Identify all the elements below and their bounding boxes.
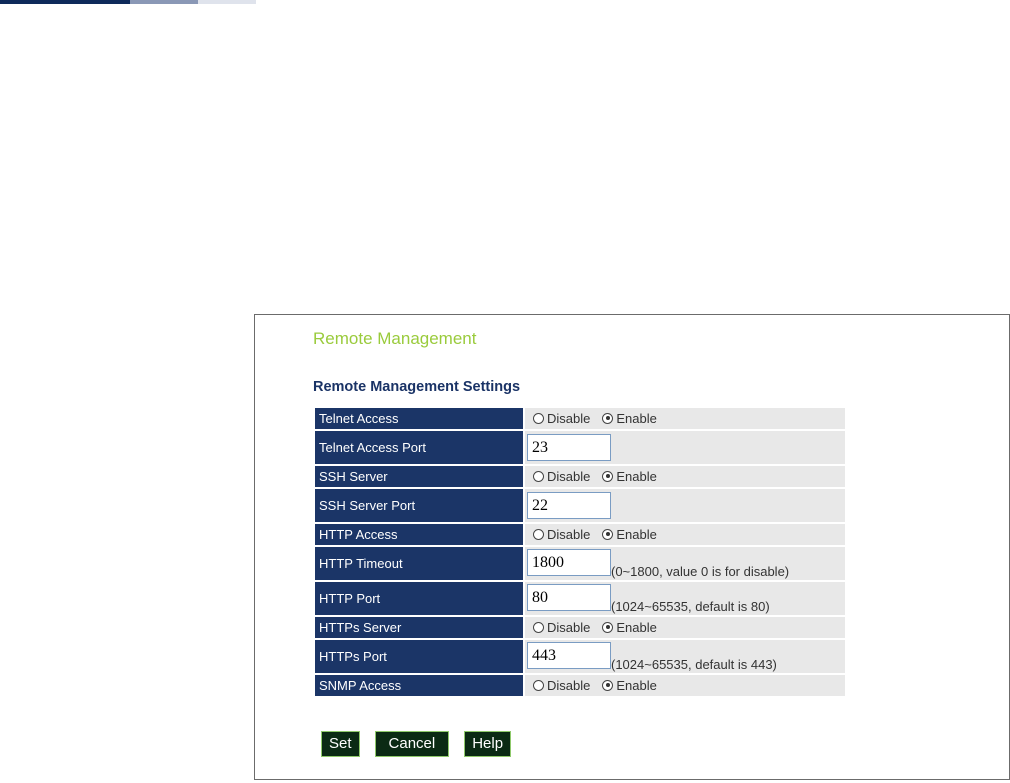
radio-off-icon	[533, 412, 544, 424]
setting-row-https-server: HTTPs Server Disable Enable	[315, 617, 845, 638]
setting-row-snmp-access: SNMP Access Disable Enable	[315, 675, 845, 696]
telnet-access-enable-radio[interactable]: Enable	[602, 410, 657, 426]
radio-label: Enable	[616, 526, 657, 542]
setting-label: SSH Server	[315, 466, 523, 487]
setting-value: 443(1024~65535, default is 443)	[525, 640, 845, 673]
top-bar-segment-light	[198, 0, 256, 4]
radio-on-icon	[602, 470, 614, 482]
setting-value: Disable Enable	[525, 466, 845, 487]
http-port-input[interactable]: 80	[527, 583, 611, 611]
setting-row-http-access: HTTP Access Disable Enable	[315, 524, 845, 545]
setting-row-https-port: HTTPs Port 443(1024~65535, default is 44…	[315, 640, 845, 673]
setting-value: 1800(0~1800, value 0 is for disable)	[525, 547, 845, 580]
setting-label: HTTPs Server	[315, 617, 523, 638]
https-port-input[interactable]: 443	[527, 641, 611, 669]
setting-value: 22	[525, 489, 845, 522]
setting-row-telnet-access-port: Telnet Access Port 23	[315, 431, 845, 464]
http-timeout-input[interactable]: 1800	[527, 548, 611, 576]
setting-label: SSH Server Port	[315, 489, 523, 522]
section-title: Remote Management Settings	[313, 379, 521, 395]
setting-row-ssh-server: SSH Server Disable Enable	[315, 466, 845, 487]
top-bar-segment-dark	[0, 0, 130, 4]
http-port-hint: (1024~65535, default is 80)	[611, 598, 770, 614]
http-access-disable-radio[interactable]: Disable	[533, 527, 590, 542]
setting-value: Disable Enable	[525, 675, 845, 696]
radio-off-icon	[533, 470, 544, 482]
radio-on-icon	[602, 679, 614, 691]
radio-label: Disable	[547, 619, 591, 635]
snmp-access-enable-radio[interactable]: Enable	[602, 677, 657, 693]
setting-label: HTTP Access	[315, 524, 523, 545]
setting-value: Disable Enable	[525, 524, 845, 545]
radio-label: Disable	[547, 677, 591, 693]
setting-row-http-port: HTTP Port 80(1024~65535, default is 80)	[315, 582, 845, 615]
radio-label: Disable	[547, 468, 591, 484]
https-server-disable-radio[interactable]: Disable	[533, 620, 590, 635]
setting-value: Disable Enable	[525, 408, 845, 429]
https-server-enable-radio[interactable]: Enable	[602, 619, 657, 635]
radio-on-icon	[602, 412, 614, 424]
snmp-access-disable-radio[interactable]: Disable	[533, 678, 590, 693]
setting-label: HTTPs Port	[315, 640, 523, 673]
setting-value: 23	[525, 431, 845, 464]
radio-label: Disable	[547, 526, 591, 542]
radio-label: Enable	[616, 410, 657, 426]
radio-label: Enable	[616, 619, 657, 635]
set-button[interactable]: Set	[321, 731, 360, 757]
setting-row-telnet-access: Telnet Access Disable Enable	[315, 408, 845, 429]
setting-value: 80(1024~65535, default is 80)	[525, 582, 845, 615]
ssh-server-enable-radio[interactable]: Enable	[602, 468, 657, 484]
telnet-access-disable-radio[interactable]: Disable	[533, 411, 590, 426]
remote-management-panel: Remote Management Remote Management Sett…	[254, 314, 1010, 780]
setting-label: HTTP Port	[315, 582, 523, 615]
telnet-access-port-input[interactable]: 23	[527, 434, 611, 461]
setting-row-http-timeout: HTTP Timeout 1800(0~1800, value 0 is for…	[315, 547, 845, 580]
radio-off-icon	[533, 679, 544, 691]
cancel-button[interactable]: Cancel	[374, 731, 450, 757]
radio-on-icon	[602, 528, 614, 540]
radio-on-icon	[602, 621, 614, 633]
radio-label: Enable	[616, 468, 657, 484]
help-button[interactable]: Help	[464, 731, 512, 757]
http-timeout-hint: (0~1800, value 0 is for disable)	[611, 563, 790, 579]
top-bar-segment-mid	[130, 0, 198, 4]
ssh-server-port-input[interactable]: 22	[527, 492, 611, 519]
button-bar: Set Cancel Help	[321, 731, 526, 757]
setting-label: HTTP Timeout	[315, 547, 523, 580]
radio-off-icon	[533, 528, 544, 540]
ssh-server-disable-radio[interactable]: Disable	[533, 469, 590, 484]
settings-table: Telnet Access Disable Enable Telnet Acces…	[313, 406, 847, 698]
http-access-enable-radio[interactable]: Enable	[602, 526, 657, 542]
radio-label: Disable	[547, 410, 591, 426]
setting-value: Disable Enable	[525, 617, 845, 638]
setting-label: Telnet Access	[315, 408, 523, 429]
setting-label: SNMP Access	[315, 675, 523, 696]
setting-label: Telnet Access Port	[315, 431, 523, 464]
setting-row-ssh-server-port: SSH Server Port 22	[315, 489, 845, 522]
radio-off-icon	[533, 621, 544, 633]
https-port-hint: (1024~65535, default is 443)	[611, 656, 777, 672]
page-title: Remote Management	[313, 329, 477, 348]
radio-label: Enable	[616, 677, 657, 693]
